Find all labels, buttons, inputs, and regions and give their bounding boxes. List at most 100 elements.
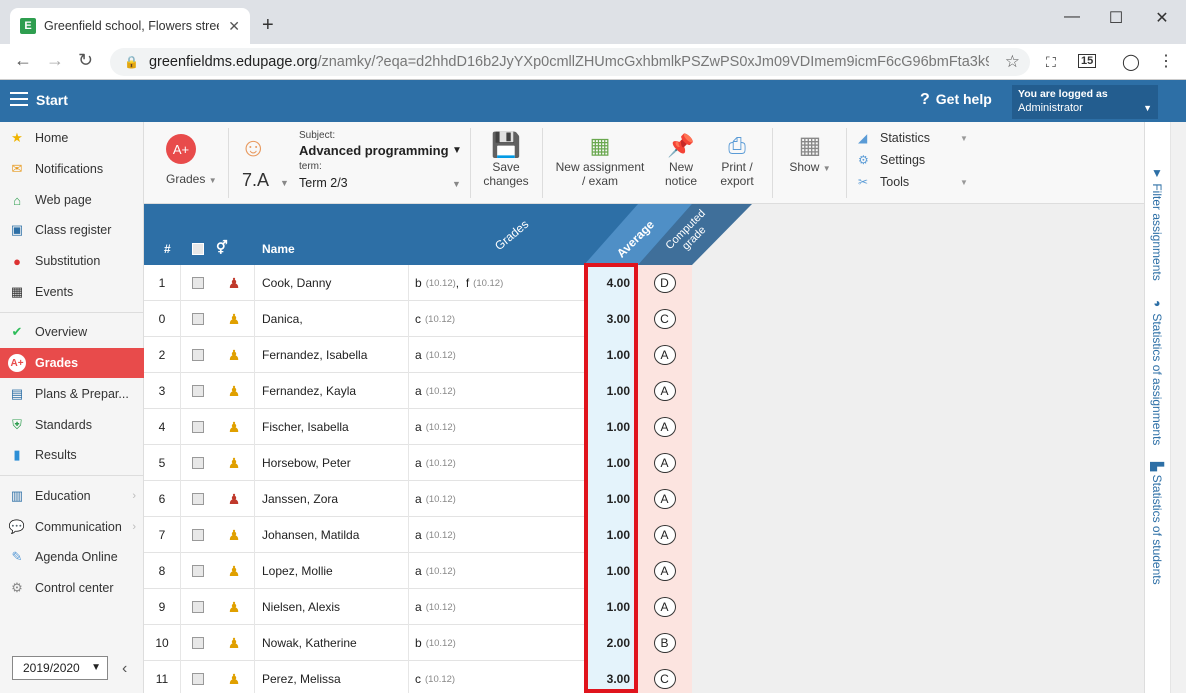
- computed-grade-cell[interactable]: A: [636, 517, 692, 553]
- row-checkbox[interactable]: [191, 313, 204, 325]
- student-name[interactable]: Lopez, Mollie: [254, 553, 408, 589]
- student-name[interactable]: Horsebow, Peter: [254, 445, 408, 481]
- student-name[interactable]: Fernandez, Isabella: [254, 337, 408, 373]
- computed-grade-cell[interactable]: A: [636, 373, 692, 409]
- table-row[interactable]: 10 ♟ Nowak, Katherine b (10.12) 2.00 B: [144, 625, 692, 661]
- new-assignment-button[interactable]: ▦ New assignment / exam: [552, 132, 648, 188]
- sidebar-item-web-page[interactable]: ⌂ Web page: [0, 185, 144, 215]
- profile-avatar-icon[interactable]: ◯: [1122, 52, 1140, 72]
- table-row[interactable]: 11 ♟ Perez, Melissa c (10.12) 3.00 C: [144, 661, 692, 693]
- sidebar-item-standards[interactable]: ⛨ Standards: [0, 410, 144, 440]
- computed-grade-cell[interactable]: A: [636, 409, 692, 445]
- maximize-icon[interactable]: ☐: [1106, 8, 1126, 28]
- collapse-sidebar-icon[interactable]: ‹: [122, 660, 127, 678]
- computed-grade-cell[interactable]: B: [636, 625, 692, 661]
- sidebar-item-substitution[interactable]: ● Substitution: [0, 246, 144, 276]
- table-row[interactable]: 0 ♟ Danica, c (10.12) 3.00 C: [144, 301, 692, 337]
- calendar-extension-icon[interactable]: 15: [1078, 54, 1097, 68]
- settings-menu[interactable]: ⚙ Settings: [858, 153, 925, 167]
- grades-cell[interactable]: c (10.12): [408, 661, 586, 693]
- table-row[interactable]: 9 ♟ Nielsen, Alexis a (10.12) 1.00 A: [144, 589, 692, 625]
- back-icon[interactable]: ←: [14, 50, 32, 71]
- row-checkbox[interactable]: [191, 565, 204, 577]
- browser-tab[interactable]: E Greenfield school, Flowers street ✕: [10, 8, 250, 44]
- row-checkbox[interactable]: [191, 457, 204, 469]
- computed-grade-cell[interactable]: A: [636, 481, 692, 517]
- table-row[interactable]: 4 ♟ Fischer, Isabella a (10.12) 1.00 A: [144, 409, 692, 445]
- row-checkbox[interactable]: [191, 673, 204, 685]
- sidebar-item-control-center[interactable]: ⚙ Control center: [0, 573, 144, 603]
- table-row[interactable]: 2 ♟ Fernandez, Isabella a (10.12) 1.00 A: [144, 337, 692, 373]
- sidebar-item-class-register[interactable]: ▣ Class register: [0, 215, 144, 245]
- grades-cell[interactable]: a (10.12): [408, 481, 586, 517]
- statistics-of-students-link[interactable]: ▙ Statistics of students: [1150, 462, 1164, 585]
- col-header-name[interactable]: Name: [262, 242, 295, 256]
- select-all-checkbox[interactable]: [192, 243, 204, 255]
- row-checkbox[interactable]: [191, 385, 204, 397]
- computed-grade-cell[interactable]: A: [636, 445, 692, 481]
- sidebar-item-grades[interactable]: A+ Grades: [0, 348, 144, 378]
- student-name[interactable]: Cook, Danny: [254, 265, 408, 301]
- row-checkbox[interactable]: [191, 601, 204, 613]
- start-link[interactable]: Start: [36, 92, 68, 108]
- show-dropdown[interactable]: ▦ Show ▼: [782, 132, 838, 176]
- grades-cell[interactable]: a (10.12): [408, 373, 586, 409]
- filter-assignments-link[interactable]: ▼ Filter assignments: [1150, 166, 1164, 281]
- row-checkbox[interactable]: [191, 349, 204, 361]
- grades-cell[interactable]: b (10.12): [408, 625, 586, 661]
- browser-menu-icon[interactable]: ⋮: [1158, 51, 1174, 71]
- school-year-select[interactable]: 2019/2020 ▼: [12, 656, 108, 680]
- table-row[interactable]: 3 ♟ Fernandez, Kayla a (10.12) 1.00 A: [144, 373, 692, 409]
- grades-cell[interactable]: a (10.12): [408, 445, 586, 481]
- subject-select[interactable]: Advanced programming (A: [299, 143, 449, 158]
- save-changes-button[interactable]: 💾 Save changes: [480, 132, 532, 188]
- grades-cell[interactable]: b (10.12), f (10.12): [408, 265, 586, 301]
- computed-grade-cell[interactable]: D: [636, 265, 692, 301]
- student-name[interactable]: Fernandez, Kayla: [254, 373, 408, 409]
- screen-capture-icon[interactable]: ⛶: [1046, 54, 1056, 71]
- print-export-button[interactable]: ⎙ Print / export: [712, 132, 762, 188]
- table-row[interactable]: 1 ♟ Cook, Danny b (10.12), f (10.12) 4.00 …: [144, 265, 692, 301]
- student-name[interactable]: Nowak, Katherine: [254, 625, 408, 661]
- sidebar-item-education[interactable]: ▥ Education ›: [0, 481, 144, 511]
- computed-grade-cell[interactable]: A: [636, 553, 692, 589]
- computed-grade-cell[interactable]: A: [636, 589, 692, 625]
- sidebar-item-events[interactable]: ▦ Events: [0, 277, 144, 307]
- sidebar-item-results[interactable]: ▮ Results: [0, 440, 144, 470]
- student-name[interactable]: Fischer, Isabella: [254, 409, 408, 445]
- table-row[interactable]: 7 ♟ Johansen, Matilda a (10.12) 1.00 A: [144, 517, 692, 553]
- grades-cell[interactable]: c (10.12): [408, 301, 586, 337]
- term-select[interactable]: Term 2/3: [299, 176, 348, 190]
- table-row[interactable]: 5 ♟ Horsebow, Peter a (10.12) 1.00 A: [144, 445, 692, 481]
- url-bar[interactable]: 🔒 greenfieldms.edupage.org/znamky/?eqa=d…: [110, 48, 1030, 76]
- sidebar-item-notifications[interactable]: ✉ Notifications: [0, 154, 144, 184]
- forward-icon[interactable]: →: [46, 50, 64, 71]
- sidebar-item-communication[interactable]: 💬 Communication ›: [0, 512, 144, 542]
- student-name[interactable]: Nielsen, Alexis: [254, 589, 408, 625]
- tab-close-icon[interactable]: ✕: [228, 18, 240, 35]
- new-tab-icon[interactable]: +: [262, 14, 274, 37]
- computed-grade-cell[interactable]: C: [636, 661, 692, 693]
- student-name[interactable]: Johansen, Matilda: [254, 517, 408, 553]
- computed-grade-cell[interactable]: A: [636, 337, 692, 373]
- student-name[interactable]: Perez, Melissa: [254, 661, 408, 693]
- row-checkbox[interactable]: [191, 421, 204, 433]
- window-close-icon[interactable]: ✕: [1152, 8, 1172, 28]
- new-notice-button[interactable]: 📌 New notice: [656, 132, 706, 188]
- row-checkbox[interactable]: [191, 277, 204, 289]
- grades-cell[interactable]: a (10.12): [408, 409, 586, 445]
- hamburger-menu-icon[interactable]: [10, 92, 28, 106]
- grades-cell[interactable]: a (10.12): [408, 337, 586, 373]
- sidebar-item-agenda-online[interactable]: ✎ Agenda Online: [0, 542, 144, 572]
- vertical-scrollbar[interactable]: [1170, 122, 1186, 693]
- minimize-icon[interactable]: —: [1062, 8, 1082, 26]
- computed-grade-cell[interactable]: C: [636, 301, 692, 337]
- tools-menu[interactable]: ✂ Tools ▼: [858, 175, 968, 189]
- grades-cell[interactable]: a (10.12): [408, 553, 586, 589]
- table-row[interactable]: 8 ♟ Lopez, Mollie a (10.12) 1.00 A: [144, 553, 692, 589]
- student-name[interactable]: Danica,: [254, 301, 408, 337]
- row-checkbox[interactable]: [191, 529, 204, 541]
- gender-icon[interactable]: ⚥: [216, 240, 228, 256]
- sidebar-item-overview[interactable]: ✔ Overview: [0, 317, 144, 347]
- grades-cell[interactable]: a (10.12): [408, 517, 586, 553]
